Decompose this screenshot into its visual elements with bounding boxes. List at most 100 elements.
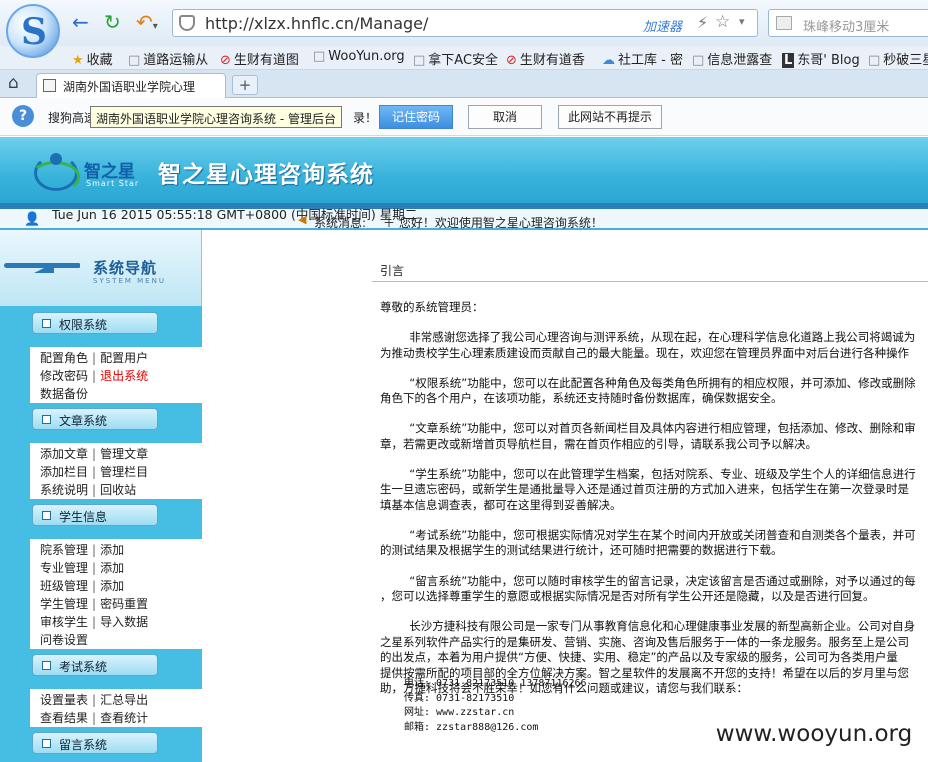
logo-person-icon xyxy=(50,153,62,165)
link-major-manage[interactable]: 专业管理 xyxy=(40,561,88,575)
l-logo-icon: L xyxy=(782,53,795,68)
watermark: www.wooyun.org xyxy=(700,716,928,754)
bookmark-favorites[interactable]: ★ 收藏 xyxy=(72,49,113,68)
link-review-students[interactable]: 审核学生 xyxy=(40,615,88,629)
cancel-button[interactable]: 取消 xyxy=(468,105,542,129)
link-system-notes[interactable]: 系统说明 xyxy=(40,483,88,497)
sidebar-section-messages[interactable]: 留言系统 xyxy=(32,732,158,754)
link-config-users[interactable]: 配置用户 xyxy=(100,351,148,365)
link-import-data[interactable]: 导入数据 xyxy=(100,615,148,629)
intro-text: 尊敬的系统管理员： 非常感谢您选择了我公司心理咨询与测评系统，从现在起，在心理科… xyxy=(380,300,928,711)
no-entry-icon: ⊘ xyxy=(220,53,231,68)
status-bar: 👤 Tue Jun 16 2015 05:55:18 GMT+0800 (中国标… xyxy=(0,203,928,230)
link-change-password[interactable]: 修改密码 xyxy=(40,369,88,383)
bookmark-item[interactable]: □ WooYun.org xyxy=(313,49,405,64)
page-title: 引言 xyxy=(380,264,405,278)
page-icon: □ xyxy=(313,49,326,64)
link-password-reset[interactable]: 密码重置 xyxy=(100,597,148,611)
bookmark-item[interactable]: □ 信息泄露查 xyxy=(692,49,772,68)
section-links: 设置量表 | 汇总导出 查看结果 | 查看统计 xyxy=(30,689,202,727)
link-view-results[interactable]: 查看结果 xyxy=(40,711,88,725)
new-tab-button[interactable]: + xyxy=(232,75,258,95)
link-class-manage[interactable]: 班级管理 xyxy=(40,579,88,593)
tab-bar: ⌂ 湖南外国语职业学院心理 + xyxy=(0,70,928,98)
star-icon[interactable]: ☆ xyxy=(715,12,730,32)
no-entry-icon: ⊘ xyxy=(506,53,517,68)
sidebar-section-articles[interactable]: 文章系统 xyxy=(32,408,158,430)
link-survey-settings[interactable]: 问卷设置 xyxy=(40,633,88,647)
link-set-scales[interactable]: 设置量表 xyxy=(40,693,88,707)
square-bullet-icon xyxy=(42,511,51,520)
page-icon: □ xyxy=(692,53,705,68)
title-divider xyxy=(372,281,928,282)
paragraph: “学生系统”功能中，您可以在此管理学生档案，包括对院系、专业、班级及学生个人的详… xyxy=(380,466,916,512)
link-dept-manage[interactable]: 院系管理 xyxy=(40,543,88,557)
square-bullet-icon xyxy=(42,661,51,670)
paragraph: “考试系统”功能中，您可根据实际情况对学生在某个时间内开放或关闭普查和自测类各个… xyxy=(380,527,916,558)
tab-title: 湖南外国语职业学院心理 xyxy=(63,80,196,94)
nav-subtitle: SYSTEM MENU xyxy=(93,277,166,285)
brand-subtitle: Smart Star xyxy=(86,179,140,188)
security-shield-icon[interactable] xyxy=(179,15,195,31)
sidebar-section-students[interactable]: 学生信息 xyxy=(32,504,158,526)
cloud-icon: ☁ xyxy=(602,53,615,68)
accelerator-link[interactable]: 加速器 xyxy=(643,16,682,35)
sidebar-section-exams[interactable]: 考试系统 xyxy=(32,654,158,676)
url-input[interactable]: http://xlzx.hnflc.cn/Manage/ 加速器 ⚡ ☆ ▾ xyxy=(172,9,758,37)
undo-icon[interactable]: ↶▾ xyxy=(136,10,158,39)
system-message-label: 系统消息: xyxy=(314,216,367,230)
bookmark-item[interactable]: ☁ 社工库 - 密 xyxy=(602,49,683,68)
back-icon[interactable]: ← xyxy=(72,10,89,34)
link-manage-articles[interactable]: 管理文章 xyxy=(100,447,148,461)
link-view-stats[interactable]: 查看统计 xyxy=(100,711,148,725)
link-manage-columns[interactable]: 管理栏目 xyxy=(100,465,148,479)
search-input[interactable]: 珠峰移动3厘米 xyxy=(768,9,928,37)
link-class-add[interactable]: 添加 xyxy=(100,579,124,593)
url-text: http://xlzx.hnflc.cn/Manage/ xyxy=(205,14,429,33)
paragraph: “文章系统”功能中，您可以对首页各新闻栏目及具体内容进行相应管理，包括添加、修改… xyxy=(380,421,916,451)
link-add-column[interactable]: 添加栏目 xyxy=(40,465,88,479)
link-config-roles[interactable]: 配置角色 xyxy=(40,351,88,365)
chevron-down-icon[interactable]: ▾ xyxy=(739,15,745,28)
search-placeholder: 珠峰移动3厘米 xyxy=(803,20,890,35)
link-add-article[interactable]: 添加文章 xyxy=(40,447,88,461)
home-icon[interactable]: ⌂ xyxy=(8,73,19,93)
paragraph: “留言系统”功能中，您可以随时审核学生的留言记录，决定该留言是否通过或删除，对予… xyxy=(380,573,916,604)
bookmark-item[interactable]: ⊘ 生财有道图 xyxy=(220,49,299,68)
paragraph: “权限系统”功能中，您可以在此配置各种角色及每类角色所拥有的相应权限，并可添加、… xyxy=(380,375,916,406)
paragraph: 非常感谢您选择了我公司心理咨询与测评系统，从现在起，在心理科学信息化道路上我公司… xyxy=(380,330,916,360)
bookmark-item[interactable]: □ 道路运输从 xyxy=(128,49,208,68)
key-icon: ? xyxy=(12,105,34,127)
star-icon: ★ xyxy=(72,53,84,68)
square-bullet-icon xyxy=(42,739,51,748)
bookmark-item[interactable]: □秒破三星 xyxy=(868,49,928,68)
browser-logo-icon[interactable]: S xyxy=(6,4,60,58)
link-logout[interactable]: 退出系统 xyxy=(100,369,148,383)
link-dept-add[interactable]: 添加 xyxy=(100,543,124,557)
sidebar-section-permissions[interactable]: 权限系统 xyxy=(32,312,158,334)
bookmark-item[interactable]: L 东哥' Blog xyxy=(782,49,860,68)
link-recycle-bin[interactable]: 回收站 xyxy=(100,483,136,497)
search-engine-icon[interactable] xyxy=(776,16,792,30)
link-major-add[interactable]: 添加 xyxy=(100,561,124,575)
never-prompt-button[interactable]: 此网站不再提示 xyxy=(558,105,662,129)
nav-title: 系统导航 xyxy=(93,259,158,277)
bookmark-item[interactable]: □ 拿下AC安全 xyxy=(413,49,498,68)
section-links: 院系管理 | 添加 专业管理 | 添加 班级管理 | 添加 学生管理 | 密码重置 审核学生 | 导… xyxy=(30,539,202,649)
lightning-icon[interactable]: ⚡ xyxy=(697,13,708,32)
system-message-text: ＋ 您好！欢迎使用智之星心理咨询系统！ xyxy=(383,216,603,230)
page-icon: □ xyxy=(413,53,426,68)
link-data-backup[interactable]: 数据备份 xyxy=(40,387,88,401)
bookmark-item[interactable]: ⊘ 生财有道香 xyxy=(506,49,585,68)
brand-logo: 智之星 Smart Star xyxy=(28,145,148,197)
remember-password-button[interactable]: 记住密码 xyxy=(379,105,453,129)
refresh-icon[interactable]: ↻ xyxy=(104,10,121,34)
link-summary-export[interactable]: 汇总导出 xyxy=(100,693,148,707)
sidebar-header: 系统导航 SYSTEM MENU xyxy=(0,230,202,306)
page-icon: □ xyxy=(868,53,881,68)
password-prompt-tail: 录！ xyxy=(353,111,378,125)
logo-swoosh-icon xyxy=(30,161,80,193)
tab-active[interactable]: 湖南外国语职业学院心理 xyxy=(36,73,226,98)
tab-tooltip: 湖南外国语职业学院心理咨询系统 - 管理后台 xyxy=(90,106,342,128)
link-student-manage[interactable]: 学生管理 xyxy=(40,597,88,611)
